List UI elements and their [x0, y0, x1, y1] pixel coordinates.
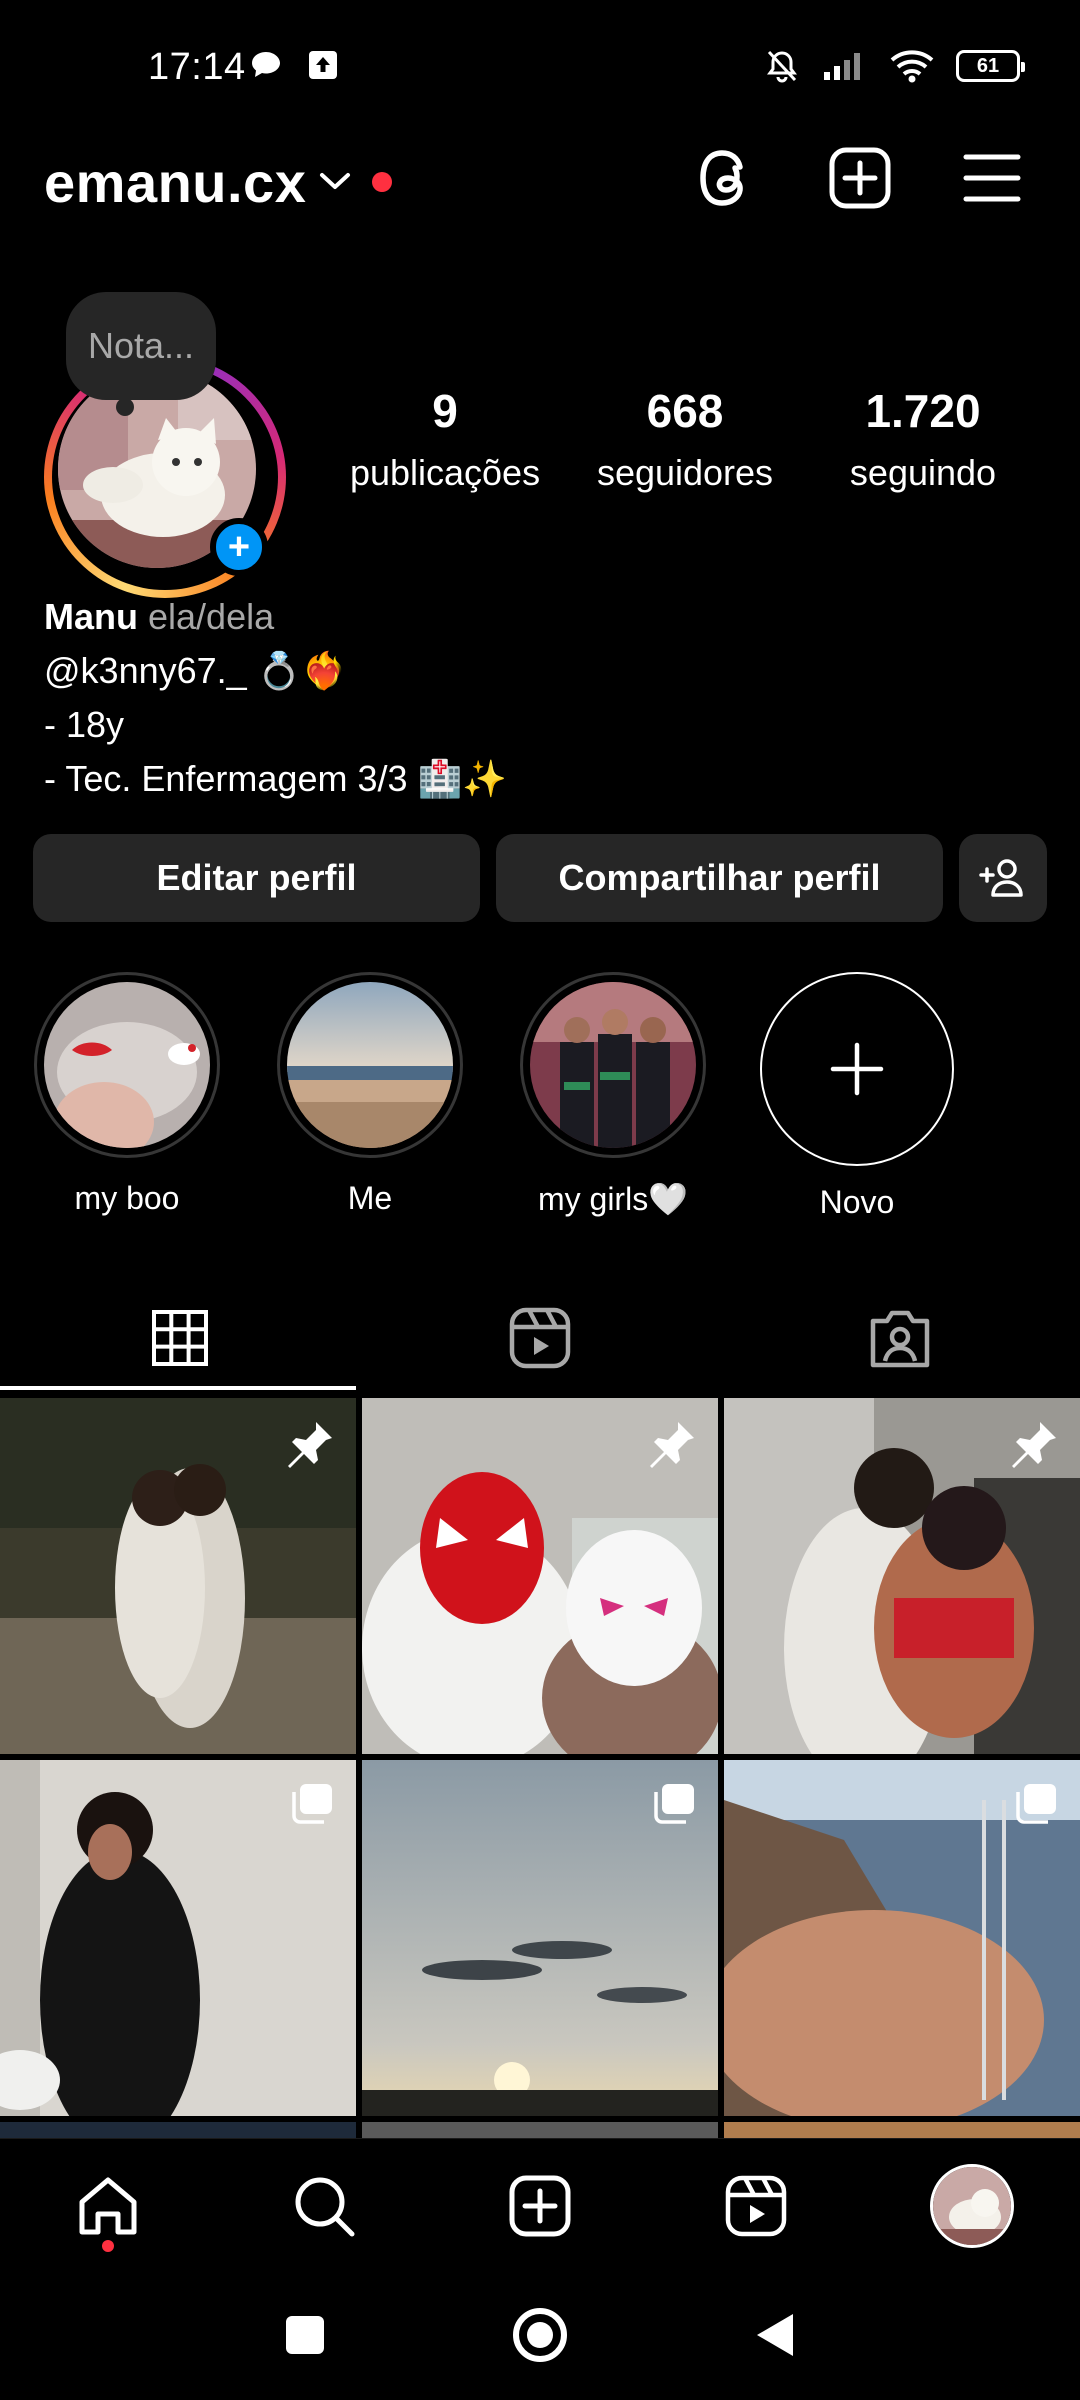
highlight-me[interactable]: Me: [277, 972, 463, 1217]
tagged-icon: [870, 1310, 930, 1368]
post-thumbnail[interactable]: [724, 1398, 1080, 1754]
account-switcher-username[interactable]: emanu.cx: [44, 150, 306, 215]
home-system-button[interactable]: [505, 2300, 575, 2370]
create-icon: [829, 147, 891, 209]
nav-home[interactable]: [72, 2170, 144, 2242]
highlight-my-girls[interactable]: my girls🤍: [520, 972, 706, 1218]
home-notification-dot: [102, 2240, 114, 2252]
add-person-icon: [979, 859, 1023, 897]
profile-pronouns: ela/dela: [148, 596, 275, 637]
post-thumbnail-partial: [724, 2122, 1080, 2138]
battery-indicator: 61: [956, 50, 1025, 82]
menu-button[interactable]: [960, 146, 1024, 210]
back-button[interactable]: [740, 2300, 810, 2370]
create-button[interactable]: [828, 146, 892, 210]
status-notification-icons: [250, 50, 338, 80]
new-highlight-button[interactable]: Novo: [760, 972, 954, 1221]
post-thumbnail[interactable]: [724, 1760, 1080, 2116]
discover-people-button[interactable]: [959, 834, 1047, 922]
stat-following[interactable]: 1.720 seguindo: [808, 384, 1038, 494]
search-icon: [295, 2177, 355, 2237]
post-thumbnail[interactable]: [0, 1760, 356, 2116]
mute-icon: [767, 50, 797, 83]
stat-followers-value: 668: [646, 385, 724, 437]
pin-icon: [650, 1422, 694, 1468]
pin-icon: [288, 1422, 332, 1468]
home-icon: [79, 2177, 137, 2235]
pin-icon: [1012, 1422, 1056, 1468]
stat-posts-label: publicações: [349, 452, 541, 493]
carousel-icon: [654, 1784, 694, 1824]
chat-notification-icon: [252, 52, 280, 77]
bio-line: - 18y: [44, 704, 125, 745]
chevron-down-icon[interactable]: [318, 170, 352, 192]
highlight-label: Novo: [819, 1184, 895, 1220]
nav-reels[interactable]: [720, 2170, 792, 2242]
share-profile-button[interactable]: Compartilhar perfil: [496, 834, 943, 922]
signal-icon: [824, 53, 860, 80]
profile-bio: Manu ela/dela @k3nny67._ 💍❤️‍🔥 - 18y - T…: [44, 590, 507, 806]
stat-following-label: seguindo: [849, 452, 997, 493]
status-system-icons: 61: [764, 48, 1025, 84]
stat-posts-value: 9: [432, 385, 458, 437]
notification-dot: [372, 172, 392, 192]
profile-name: Manu: [44, 596, 138, 637]
highlight-label: my girls🤍: [537, 1181, 689, 1217]
nav-create[interactable]: [504, 2170, 576, 2242]
stat-followers-label: seguidores: [596, 452, 774, 493]
post-thumbnail[interactable]: [362, 1760, 718, 2116]
edit-profile-button[interactable]: Editar perfil: [33, 834, 480, 922]
bio-line: @k3nny67._ 💍❤️‍🔥: [44, 650, 347, 691]
stat-following-value: 1.720: [865, 385, 981, 437]
wifi-icon: [890, 50, 934, 83]
threads-button[interactable]: [695, 146, 759, 210]
highlight-label: Me: [347, 1180, 393, 1216]
carousel-icon: [292, 1784, 332, 1824]
post-thumbnail[interactable]: [0, 1398, 356, 1754]
tab-reels[interactable]: [360, 1284, 720, 1392]
active-tab-indicator: [0, 1386, 356, 1390]
reels-icon: [725, 2175, 787, 2237]
back-icon: [757, 2314, 793, 2356]
stat-posts[interactable]: 9 publicações: [330, 384, 560, 494]
menu-icon: [963, 154, 1021, 202]
recents-button[interactable]: [270, 2300, 340, 2370]
grid-icon: [152, 1310, 208, 1366]
create-icon: [509, 2175, 571, 2237]
highlight-label: my boo: [74, 1180, 180, 1216]
post-thumbnail-partial: [0, 2122, 356, 2138]
tab-posts-grid[interactable]: [0, 1284, 360, 1392]
post-thumbnail[interactable]: [362, 1398, 718, 1754]
plus-icon: [830, 1042, 884, 1096]
nav-profile-avatar[interactable]: [930, 2164, 1014, 2248]
add-story-button[interactable]: +: [210, 518, 268, 576]
carousel-icon: [1016, 1784, 1056, 1824]
upload-notification-icon: [309, 51, 337, 79]
threads-icon: [700, 150, 743, 206]
nav-search[interactable]: [288, 2170, 360, 2242]
tab-tagged[interactable]: [720, 1284, 1080, 1392]
bio-line: - Tec. Enfermagem 3/3 🏥✨: [44, 758, 508, 799]
note-bubble[interactable]: Nota...: [66, 292, 216, 400]
stat-followers[interactable]: 668 seguidores: [570, 384, 800, 494]
highlight-my-boo[interactable]: my boo: [34, 972, 220, 1217]
note-bubble-tail: [116, 398, 134, 416]
status-time: 17:14: [148, 46, 246, 88]
reels-icon: [509, 1307, 571, 1369]
profile-name-line: Manu ela/dela: [44, 590, 507, 644]
post-thumbnail-partial: [362, 2122, 718, 2138]
